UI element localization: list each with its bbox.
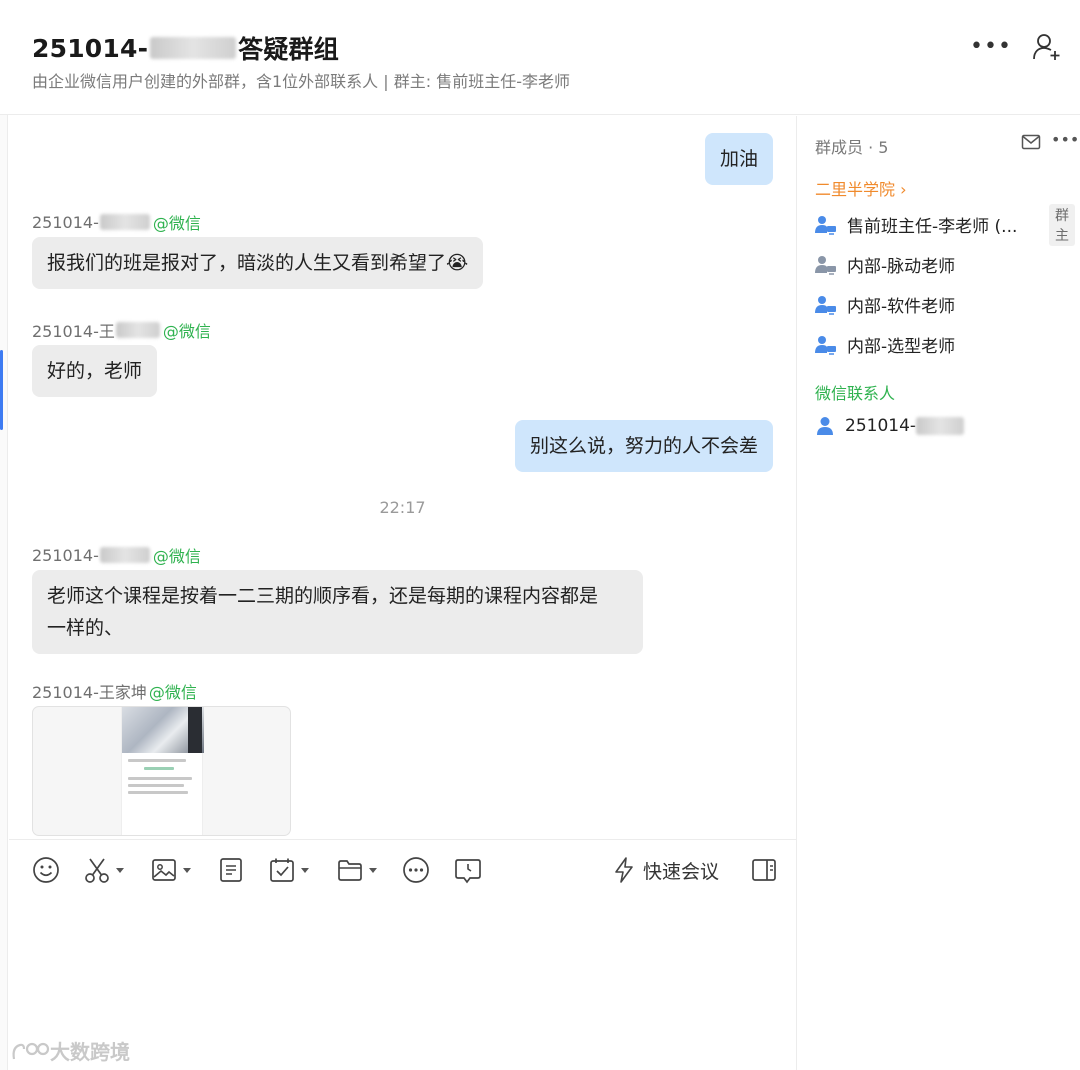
image-button[interactable] — [151, 854, 191, 886]
message-text: 报我们的班是报对了，暗淡的人生又看到希望了😭 — [47, 252, 469, 274]
image-message[interactable] — [32, 706, 291, 836]
scissors-icon — [85, 858, 109, 883]
member-item[interactable]: 内部-脉动老师 — [815, 252, 1075, 277]
redacted-text — [916, 417, 965, 435]
member-name: 内部-选型老师 — [847, 337, 956, 357]
message-bubble-incoming[interactable]: 报我们的班是报对了，暗淡的人生又看到希望了😭 — [32, 237, 484, 289]
message-bubble-incoming[interactable]: 老师这个课程是按着一二三期的顺序看，还是每期的课程内容都是 一样的、 — [32, 570, 643, 654]
quick-meeting-button[interactable]: 快速会议 — [613, 854, 719, 886]
time-separator: 22:17 — [379, 498, 426, 517]
watermark: 大数跨境 — [10, 1036, 130, 1065]
members-title: 群成员 · 5 — [815, 138, 889, 157]
left-border — [0, 115, 8, 1070]
message-sender: 251014- @微信 — [32, 543, 201, 567]
member-item[interactable]: 售前班主任-李老师 (... 群主 — [815, 203, 1075, 246]
mail-icon[interactable] — [1021, 134, 1041, 154]
sender-name: 251014-王 — [32, 322, 115, 341]
message-text: 别这么说，努力的人不会差 — [529, 435, 758, 457]
message-bubble-outgoing[interactable]: 别这么说，努力的人不会差 — [514, 420, 773, 472]
more-options-icon[interactable]: ••• — [1051, 130, 1079, 149]
owner-badge: 群主 — [1049, 203, 1075, 246]
redacted-text — [150, 37, 237, 59]
side-panel-icon[interactable] — [751, 854, 777, 886]
schedule-button[interactable] — [269, 854, 309, 886]
watermark-text: 大数跨境 — [50, 1040, 130, 1064]
wechat-source-label: @微信 — [162, 322, 211, 341]
message-bubble-incoming[interactable]: 好的，老师 — [32, 345, 158, 397]
sender-name: 251014-王家坤 — [32, 683, 147, 702]
scroll-indicator[interactable] — [0, 350, 3, 430]
group-subtitle: 由企业微信用户创建的外部群，含1位外部联系人 | 群主: 售前班主任-李老师 — [32, 72, 570, 91]
member-item[interactable]: 内部-软件老师 — [815, 292, 1075, 317]
member-item[interactable]: 内部-选型老师 — [815, 332, 1075, 357]
sender-name: 251014- — [32, 545, 99, 565]
chat-header: 251014- 答疑群组 由企业微信用户创建的外部群，含1位外部联系人 | 群主… — [0, 0, 1080, 115]
message-sender: 251014-王家坤 @微信 — [32, 679, 197, 703]
wechat-contacts-label: 微信联系人 — [815, 384, 896, 403]
org-group-link[interactable]: 二里半学院 › — [815, 176, 907, 200]
add-member-icon[interactable] — [1030, 32, 1064, 62]
screenshot-button[interactable] — [84, 854, 124, 886]
message-toolbar: 快速会议 — [9, 839, 796, 899]
image-icon — [152, 859, 176, 881]
sender-name: 251014- — [32, 212, 99, 232]
message-text-line: 一样的、 — [47, 617, 124, 639]
chevron-down-icon — [369, 867, 377, 873]
lightning-icon — [615, 857, 633, 883]
more-circle-icon[interactable] — [402, 854, 430, 886]
chevron-down-icon — [116, 867, 124, 873]
emoji-icon[interactable] — [32, 854, 60, 886]
member-item[interactable]: 251014- — [815, 416, 1075, 436]
folder-icon — [338, 860, 362, 881]
title-suffix: 答疑群组 — [238, 35, 339, 64]
document-icon[interactable] — [219, 854, 243, 886]
member-name: 251014- — [845, 416, 917, 436]
message-text: 加油 — [719, 148, 758, 170]
title-prefix: 251014- — [32, 33, 149, 63]
message-bubble-outgoing[interactable]: 加油 — [704, 133, 773, 185]
redacted-text — [99, 547, 150, 563]
wechat-source-label: @微信 — [152, 547, 201, 566]
internal-user-icon — [815, 255, 836, 275]
member-name: 内部-软件老师 — [847, 297, 956, 317]
file-button[interactable] — [337, 854, 377, 886]
member-name: 售前班主任-李老师 (... — [847, 217, 1018, 237]
wechat-source-label: @微信 — [152, 214, 201, 233]
message-sender: 251014- @微信 — [32, 210, 201, 234]
chevron-down-icon — [301, 867, 309, 873]
wechat-source-label: @微信 — [148, 683, 197, 702]
user-icon — [817, 417, 833, 435]
member-panel: 群成员 · 5 ••• 二里半学院 › 售前班主任-李老师 (... 群主 内部… — [796, 116, 1080, 1070]
logo-icon — [12, 1042, 50, 1059]
more-options-icon[interactable]: ••• — [970, 32, 1011, 62]
quick-meeting-label: 快速会议 — [643, 860, 720, 883]
clock-bubble-icon[interactable] — [454, 854, 482, 886]
redacted-text — [115, 322, 160, 338]
internal-user-icon — [815, 335, 836, 355]
redacted-text — [99, 214, 150, 230]
chevron-down-icon — [183, 867, 191, 873]
internal-user-icon — [815, 295, 836, 315]
message-text: 好的，老师 — [47, 360, 143, 382]
member-name: 内部-脉动老师 — [847, 257, 956, 277]
message-sender: 251014-王 @微信 — [32, 318, 211, 342]
page-title: 251014- 答疑群组 — [32, 30, 339, 66]
message-text-line: 老师这个课程是按着一二三期的顺序看，还是每期的课程内容都是 — [47, 585, 599, 607]
calendar-check-icon — [270, 858, 294, 882]
internal-user-icon — [815, 215, 836, 235]
message-list[interactable]: 加油 251014- @微信 报我们的班是报对了，暗淡的人生又看到希望了😭 25… — [9, 116, 796, 839]
screenshot-thumbnail — [121, 707, 204, 835]
